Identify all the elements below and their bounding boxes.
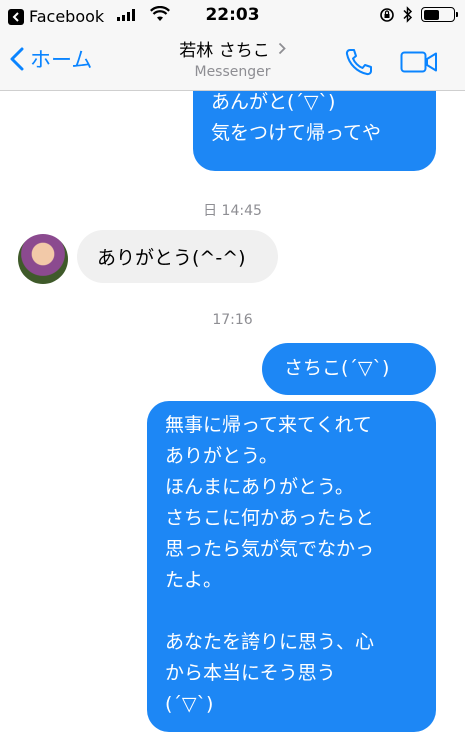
chevron-right-icon: [278, 42, 286, 55]
timestamp: 17:16: [212, 312, 253, 328]
message-thread[interactable]: あんがと(ˊ▽ˋ) 気をつけて帰ってや 日 14:45 ありがとう(^-^) 1…: [0, 91, 465, 747]
status-bar: Facebook 22:03: [0, 0, 465, 30]
contact-subtitle: Messenger: [194, 64, 271, 80]
outgoing-message[interactable]: 無事に帰って来てくれて ありがとう。 ほんまにありがとう。 さちこに何かあったら…: [147, 401, 436, 732]
outgoing-message[interactable]: あんがと(ˊ▽ˋ) 気をつけて帰ってや: [193, 91, 436, 171]
contact-info[interactable]: 若林 さちこ Messenger: [0, 36, 465, 80]
battery-icon: [421, 7, 458, 22]
rotation-lock-icon: [380, 7, 394, 22]
incoming-message[interactable]: ありがとう(^-^): [77, 230, 278, 283]
outgoing-message[interactable]: さちこ(ˊ▽ˋ): [262, 343, 436, 395]
timestamp: 日 14:45: [203, 203, 262, 219]
contact-avatar[interactable]: [18, 234, 68, 284]
contact-name: 若林 さちこ: [179, 41, 270, 61]
bluetooth-icon: [403, 6, 413, 23]
conversation-header: ホーム 若林 さちこ Messenger: [0, 30, 465, 91]
battery-level-fill: [423, 9, 439, 20]
video-call-icon[interactable]: [400, 50, 438, 74]
phone-call-icon[interactable]: [343, 46, 375, 78]
status-right-icons: [379, 6, 458, 23]
